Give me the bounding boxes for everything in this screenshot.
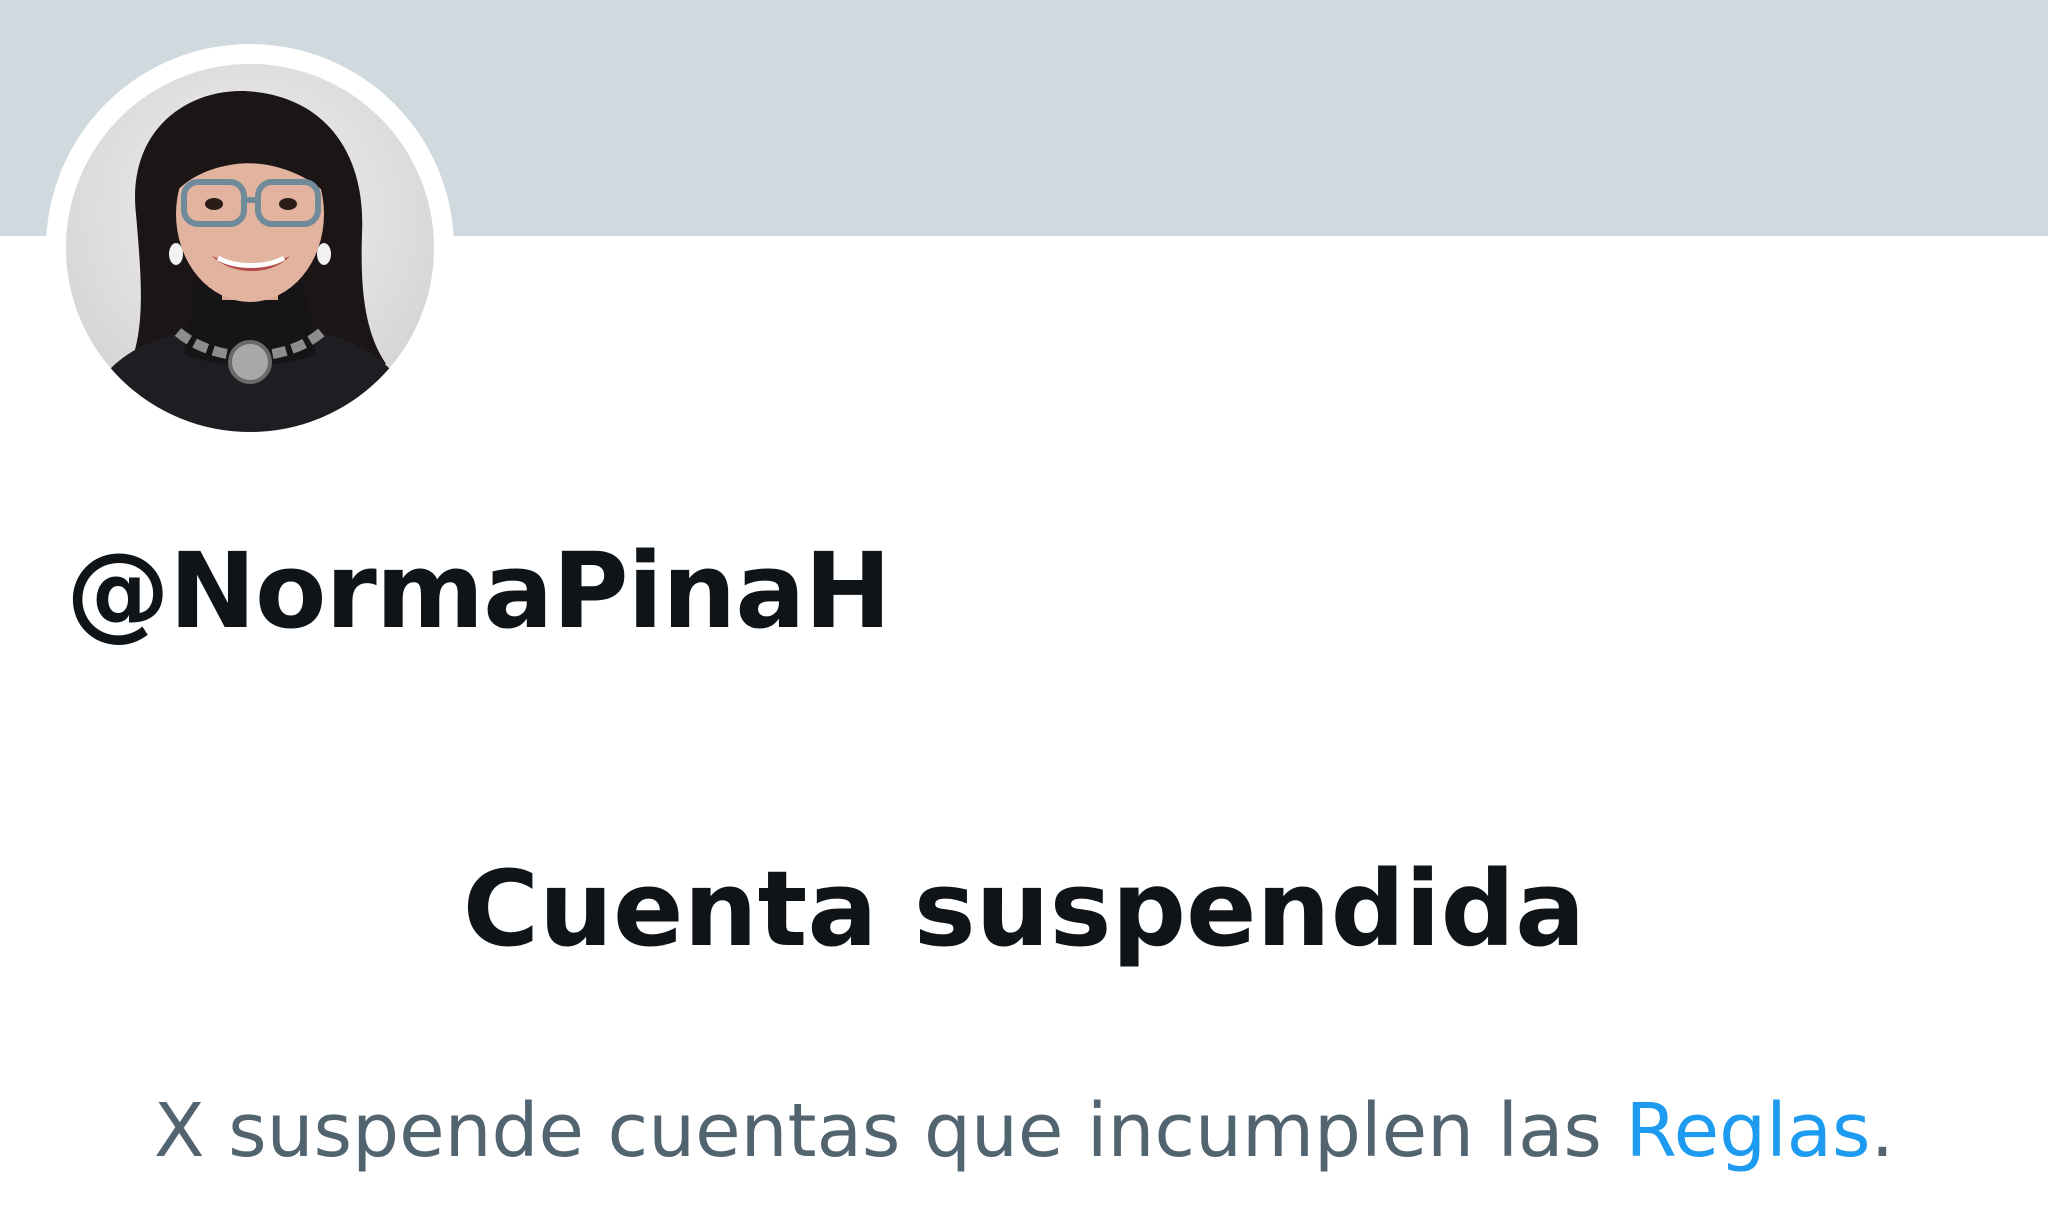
- rules-link[interactable]: Reglas: [1626, 1088, 1871, 1174]
- avatar[interactable]: [66, 64, 434, 432]
- suspension-title: Cuenta suspendida: [462, 848, 1586, 970]
- profile-handle: @NormaPinaH: [66, 530, 891, 652]
- suspension-message-suffix: .: [1870, 1088, 1895, 1174]
- profile-photo-icon: [66, 64, 434, 432]
- suspension-message-prefix: X suspende cuentas que incumplen las: [153, 1088, 1626, 1174]
- suspension-notice: X suspende cuentas que incumplen las Reg…: [0, 1088, 2048, 1174]
